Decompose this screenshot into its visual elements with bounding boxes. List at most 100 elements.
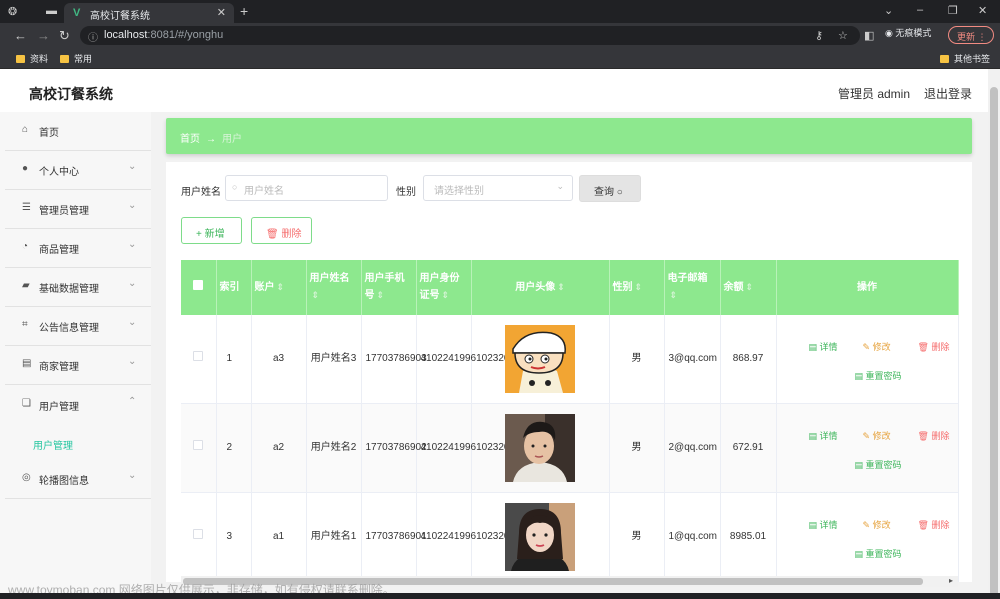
sort-icon[interactable]: ⇕ bbox=[377, 290, 385, 300]
col-header-phone[interactable]: 用户手机号 ⇕ bbox=[361, 260, 417, 315]
row-checkbox-cell[interactable] bbox=[181, 492, 217, 582]
edit-button[interactable]: ✎ 修改 bbox=[863, 517, 891, 533]
checkbox[interactable] bbox=[193, 351, 204, 361]
col-header-name[interactable]: 用户姓名 ⇕ bbox=[306, 260, 362, 315]
name-search-input[interactable]: ○ 用户姓名 bbox=[225, 175, 388, 201]
sort-icon[interactable]: ⇕ bbox=[635, 282, 643, 292]
name-filter-label: 用户姓名 bbox=[181, 187, 221, 198]
col-header-balance[interactable]: 余额 ⇕ bbox=[720, 260, 777, 315]
trash-icon: 🗑 bbox=[266, 229, 279, 240]
chevron-down-icon: ⌄ bbox=[556, 181, 564, 191]
minimize-icon[interactable]: – bbox=[917, 4, 923, 16]
sidebar-item-home[interactable]: ⌂ 首页 bbox=[5, 112, 151, 151]
row-delete-label: 删除 bbox=[931, 431, 950, 441]
col-header-account[interactable]: 账户 ⇕ bbox=[251, 260, 307, 315]
bookmark-folder-2[interactable]: 常用 bbox=[60, 52, 92, 65]
breadcrumb-home[interactable]: 首页 bbox=[180, 134, 200, 145]
reset-password-button[interactable]: ▤ 重置密码 bbox=[855, 368, 902, 384]
col-header-index[interactable]: 索引 bbox=[216, 260, 252, 315]
sidebar-item-label: 轮播图信息 bbox=[39, 476, 89, 487]
star-icon[interactable]: ☆ bbox=[838, 29, 848, 42]
sidebar-item-basedata[interactable]: ▰ 基础数据管理 ⌄ bbox=[5, 268, 151, 307]
header-label: 电子邮箱 bbox=[667, 273, 708, 284]
chevron-down-icon[interactable]: ⌄ bbox=[884, 4, 893, 17]
checkbox[interactable] bbox=[193, 529, 204, 539]
breadcrumb-arrow: → bbox=[206, 134, 216, 145]
trash-icon: 🗑 bbox=[917, 520, 929, 530]
sidebar-subitem-users[interactable]: 用户管理 bbox=[33, 437, 73, 452]
browser-menu-icon[interactable]: ❂ bbox=[8, 5, 17, 18]
add-button[interactable]: + 新增 bbox=[181, 217, 242, 244]
new-tab-icon[interactable]: + bbox=[240, 3, 248, 19]
row-delete-button[interactable]: 🗑 删除 bbox=[918, 339, 950, 355]
sidebar-item-notice[interactable]: ⌗ 公告信息管理 ⌄ bbox=[5, 307, 151, 346]
incognito-indicator[interactable]: ◉ 无痕模式 bbox=[885, 26, 931, 39]
reset-password-button[interactable]: ▤ 重置密码 bbox=[855, 546, 902, 562]
back-arrow-icon[interactable]: ← bbox=[14, 28, 27, 43]
table-row: 3 a1 用户姓名1 17703786901 41022419961023200… bbox=[181, 492, 959, 582]
cell-account: a2 bbox=[251, 403, 307, 493]
row-checkbox-cell[interactable] bbox=[181, 315, 217, 404]
edit-button[interactable]: ✎ 修改 bbox=[863, 428, 891, 444]
sidebar-item-profile[interactable]: ● 个人中心 ⌄ bbox=[5, 151, 151, 190]
sort-icon[interactable]: ⇕ bbox=[746, 282, 754, 292]
tab-search-icon[interactable]: ▬ bbox=[46, 5, 57, 17]
info-icon[interactable]: ⓘ bbox=[88, 29, 98, 44]
checkbox[interactable] bbox=[193, 279, 204, 290]
restore-icon[interactable]: ❐ bbox=[948, 4, 958, 17]
row-delete-button[interactable]: 🗑 删除 bbox=[918, 428, 950, 444]
other-bookmarks[interactable]: 其他书签 bbox=[940, 52, 990, 65]
detail-button[interactable]: ▤ 详情 bbox=[809, 517, 838, 533]
col-header-avatar[interactable]: 用户头像 ⇕ bbox=[471, 260, 610, 315]
url-input[interactable]: ⓘ localhost:8081/#/yonghu bbox=[80, 26, 860, 45]
folder-icon bbox=[940, 55, 949, 63]
detail-button[interactable]: ▤ 详情 bbox=[809, 428, 838, 444]
pencil-icon: ✎ bbox=[862, 342, 871, 352]
document-icon: ▤ bbox=[808, 431, 818, 441]
select-all-checkbox[interactable] bbox=[181, 260, 217, 315]
cell-index: 1 bbox=[216, 315, 252, 404]
delete-button[interactable]: 🗑 删除 bbox=[251, 217, 312, 244]
logout-button[interactable]: 退出登录 bbox=[924, 85, 972, 102]
col-header-idcard[interactable]: 用户身份证号 ⇕ bbox=[416, 260, 472, 315]
breadcrumb-current: 用户 bbox=[222, 134, 242, 145]
edit-button[interactable]: ✎ 修改 bbox=[863, 339, 891, 355]
row-delete-button[interactable]: 🗑 删除 bbox=[918, 517, 950, 533]
delete-label: 删除 bbox=[281, 229, 302, 240]
col-header-email[interactable]: 电子邮箱 ⇕ bbox=[664, 260, 721, 315]
cell-balance: 8985.01 bbox=[720, 492, 777, 582]
cell-ops: ▤ 详情 ✎ 修改 🗑 删除 ▤ 重置密码 bbox=[776, 492, 959, 582]
window-close-icon[interactable]: ✕ bbox=[978, 4, 987, 17]
sidebar-item-merchant[interactable]: ▤ 商家管理 ⌄ bbox=[5, 346, 151, 385]
bookmark-folder-1[interactable]: 资料 bbox=[16, 52, 48, 65]
sort-icon[interactable]: ⇕ bbox=[277, 282, 285, 292]
sort-icon[interactable]: ⇕ bbox=[312, 290, 320, 300]
edit-label: 修改 bbox=[872, 342, 891, 352]
query-button[interactable]: 查询 ○ bbox=[579, 175, 641, 202]
sidebar-item-goods[interactable]: ◔ 商品管理 ⌄ bbox=[5, 229, 151, 268]
app-header: 高校订餐系统 管理员 admin 退出登录 bbox=[0, 69, 988, 112]
key-icon[interactable]: ⚷ bbox=[815, 29, 823, 42]
sidebar-item-carousel[interactable]: ◎ 轮播图信息 ⌄ bbox=[5, 460, 151, 499]
checkbox[interactable] bbox=[193, 440, 204, 450]
gender-select[interactable]: 请选择性别 ⌄ bbox=[423, 175, 573, 201]
sort-icon[interactable]: ⇕ bbox=[670, 290, 678, 300]
sort-icon[interactable]: ⇕ bbox=[442, 290, 450, 300]
sidebar-item-users[interactable]: ❏ 用户管理 ⌃ bbox=[5, 386, 151, 425]
page-scrollbar[interactable] bbox=[988, 69, 1000, 599]
page-scrollbar-thumb[interactable] bbox=[990, 87, 998, 599]
row-checkbox-cell[interactable] bbox=[181, 403, 217, 493]
close-icon[interactable]: ✕ bbox=[217, 6, 226, 19]
update-button[interactable]: 更新 ⋮ bbox=[948, 26, 994, 44]
reset-password-button[interactable]: ▤ 重置密码 bbox=[855, 457, 902, 473]
detail-button[interactable]: ▤ 详情 bbox=[809, 339, 838, 355]
forward-arrow-icon[interactable]: → bbox=[37, 28, 50, 43]
sidebar-item-admin[interactable]: ☰ 管理员管理 ⌄ bbox=[5, 190, 151, 229]
col-header-gender[interactable]: 性别 ⇕ bbox=[609, 260, 665, 315]
scroll-right-icon[interactable]: ▸ bbox=[949, 576, 953, 585]
cell-account: a3 bbox=[251, 315, 307, 404]
sidepanel-icon[interactable]: ◧ bbox=[864, 29, 874, 42]
reload-icon[interactable]: ↻ bbox=[59, 28, 70, 44]
sort-icon[interactable]: ⇕ bbox=[557, 282, 565, 292]
browser-tab[interactable]: V 高校订餐系统 ✕ bbox=[64, 3, 234, 23]
